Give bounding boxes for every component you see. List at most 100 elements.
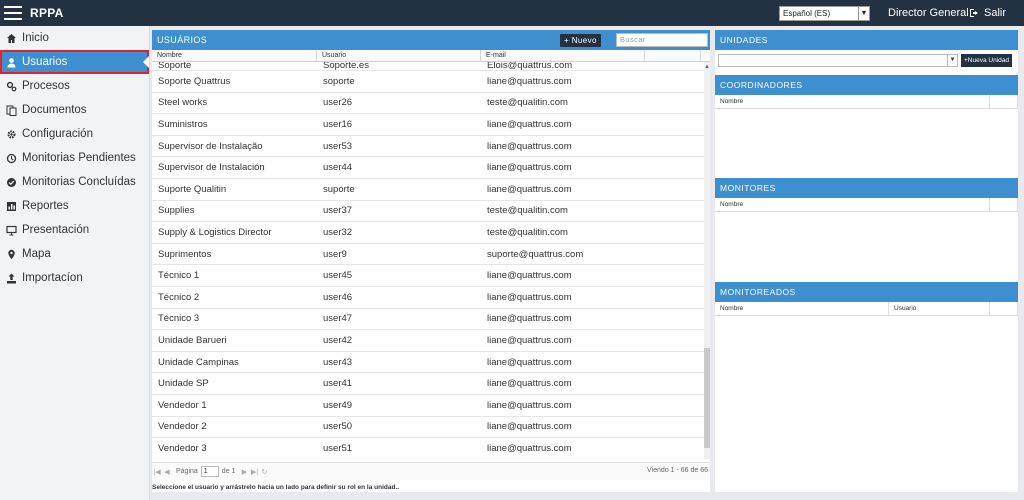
table-row[interactable]: Soporte Soporte.es Elois@quattrus.com [152,62,710,71]
monitors-col-extra [990,198,1018,211]
logout-button[interactable]: Salir [969,7,1006,19]
column-header-user[interactable]: Usuario [317,50,481,61]
sidebar-item-importacion[interactable]: Importacíon [0,266,149,290]
table-row[interactable]: Técnico 1 user45 liane@quattrus.com [152,265,710,287]
cell-email: teste@qualitin.com [487,97,568,109]
menu-icon[interactable] [4,6,22,20]
table-row[interactable]: Supervisor de Instalación user44 liane@qua… [152,157,710,179]
page-input[interactable]: 1 [200,466,219,477]
users-panel-header: USUÁRIOS + Nuevo Buscar [152,30,710,50]
cell-email: liane@quattrus.com [487,270,572,282]
units-header: UNIDADES [715,30,1018,50]
cell-name: Técnico 2 [158,291,200,303]
cell-email: liane@quattrus.com [487,356,572,368]
language-select-value: Español (ES) [783,9,831,18]
cell-name: Suministros [158,118,208,130]
table-row[interactable]: Supply & Logistics Director user32 teste@q… [152,222,710,244]
table-row[interactable]: Steel works user26 teste@qualitin.com [152,93,710,115]
first-page-icon[interactable]: |◀ [152,468,162,476]
cell-user: user9 [323,248,347,260]
cell-email: teste@qualitin.com [487,205,568,217]
table-row[interactable]: Vendedor 3 user51 liane@quattrus.com [152,438,710,459]
table-row[interactable]: Suprimentos user9 suporte@quattrus.com [152,244,710,266]
chevron-down-icon: ▼ [858,7,869,20]
cell-name: Técnico 1 [158,270,200,282]
cell-name: Unidade Campinas [158,356,239,368]
cell-user: user32 [323,226,353,238]
table-row[interactable]: Unidade SP user41 liane@quattrus.com [152,373,710,395]
cell-user: user44 [323,162,353,174]
cell-email: liane@quattrus.com [487,442,572,454]
table-row[interactable]: Vendedor 1 user49 liane@quattrus.com [152,395,710,417]
sidebar-item-label: Inicio [22,32,49,44]
cell-user: user46 [323,291,353,303]
cell-email: liane@quattrus.com [487,313,572,325]
cell-name: Vendedor 3 [158,442,207,454]
table-row[interactable]: Suministros user16 liane@quattrus.com [152,114,710,136]
sidebar-item-label: Usuarios [22,56,68,68]
cell-user: suporte [323,183,355,195]
prev-page-icon[interactable]: ◀ [162,468,172,476]
column-header-name[interactable]: Nombre [152,50,317,61]
sidebar-item-reportes[interactable]: Reportes [0,194,149,218]
coordinators-col-name: Nombre [715,95,990,108]
sidebar-item-configuracion[interactable]: Configuración [0,122,149,146]
cell-user: user42 [323,334,353,346]
sidebar-item-monitorias-pendientes[interactable]: Monitorias Pendientes [0,146,149,170]
cell-email: liane@quattrus.com [487,140,572,152]
cell-email: Elois@quattrus.com [487,62,573,70]
sidebar-item-monitorias-concluidas[interactable]: Monitorias Concluídas [0,170,149,194]
table-row[interactable]: Técnico 2 user46 liane@quattrus.com [152,287,710,309]
scrollbar[interactable]: ▲ [704,62,710,459]
refresh-icon[interactable]: ↻ [259,468,269,476]
cell-name: Soporte [158,62,192,70]
sidebar-item-documentos[interactable]: Documentos [0,98,149,122]
home-icon [7,33,16,43]
new-user-button[interactable]: + Nuevo [560,34,601,47]
monitored-col-name: Nombre [715,302,889,315]
monitored-section[interactable]: MONITOREADOS Nombre Usuario [715,282,1018,316]
chart-icon [7,201,16,211]
table-row[interactable]: Técnico 3 user47 liane@quattrus.com [152,309,710,331]
new-unit-button[interactable]: +Nueva Unidad [961,54,1012,67]
cell-user: user51 [323,442,353,454]
app-title: RPPA [30,6,64,20]
monitored-columns: Nombre Usuario [715,302,1018,316]
last-page-icon[interactable]: ▶| [249,468,259,476]
gear-icon [7,130,16,138]
user-role: Director General [888,7,969,19]
cell-user: user43 [323,356,353,368]
upload-icon [7,273,16,283]
sidebar-item-usuarios[interactable]: Usuarios [0,50,149,74]
sidebar-item-mapa[interactable]: Mapa [0,242,149,266]
sidebar-item-procesos[interactable]: Procesos [0,74,149,98]
sidebar-item-presentacion[interactable]: Presentación [0,218,149,242]
table-row[interactable]: Supervisor de Instalação user53 liane@quat… [152,136,710,158]
table-row[interactable]: Suporte Qualitin suporte liane@quattrus.co… [152,179,710,201]
language-select[interactable]: Español (ES) ▼ [779,6,870,21]
sidebar-item-label: Mapa [22,248,51,260]
column-header-extra [645,50,701,61]
monitors-section[interactable]: MONITORES Nombre [715,178,1018,212]
table-row[interactable]: Soporte Quattrus soporte liane@quattrus.co… [152,71,710,93]
table-row[interactable]: Supplies user37 teste@qualitin.com [152,201,710,223]
column-header-email[interactable]: E-mail [481,50,645,61]
search-input[interactable]: Buscar [616,33,708,47]
table-row[interactable]: Vendedor 2 user50 liane@quattrus.com [152,417,710,439]
sidebar-item-inicio[interactable]: Inicio [0,26,149,50]
cell-email: teste@qualitin.com [487,226,568,238]
table-row[interactable]: Unidade Barueri user42 liane@quattrus.com [152,330,710,352]
coordinators-section[interactable]: COORDINADORES Nombre [715,75,1018,109]
next-page-icon[interactable]: ▶ [239,468,249,476]
cell-user: user41 [323,378,353,390]
sidebar-item-label: Monitorias Pendientes [22,152,136,164]
monitors-col-name: Nombre [715,198,990,211]
unit-select[interactable]: ▼ [718,54,958,67]
coordinators-header: COORDINADORES [715,75,1018,95]
table-row[interactable]: Unidade Campinas user43 liane@quattrus.com [152,352,710,374]
cell-name: Soporte Quattrus [158,75,231,87]
cell-name: Vendedor 1 [158,399,207,411]
scroll-up-icon[interactable]: ▲ [704,64,710,70]
scrollbar-thumb[interactable] [704,348,710,448]
logout-icon [970,9,978,17]
